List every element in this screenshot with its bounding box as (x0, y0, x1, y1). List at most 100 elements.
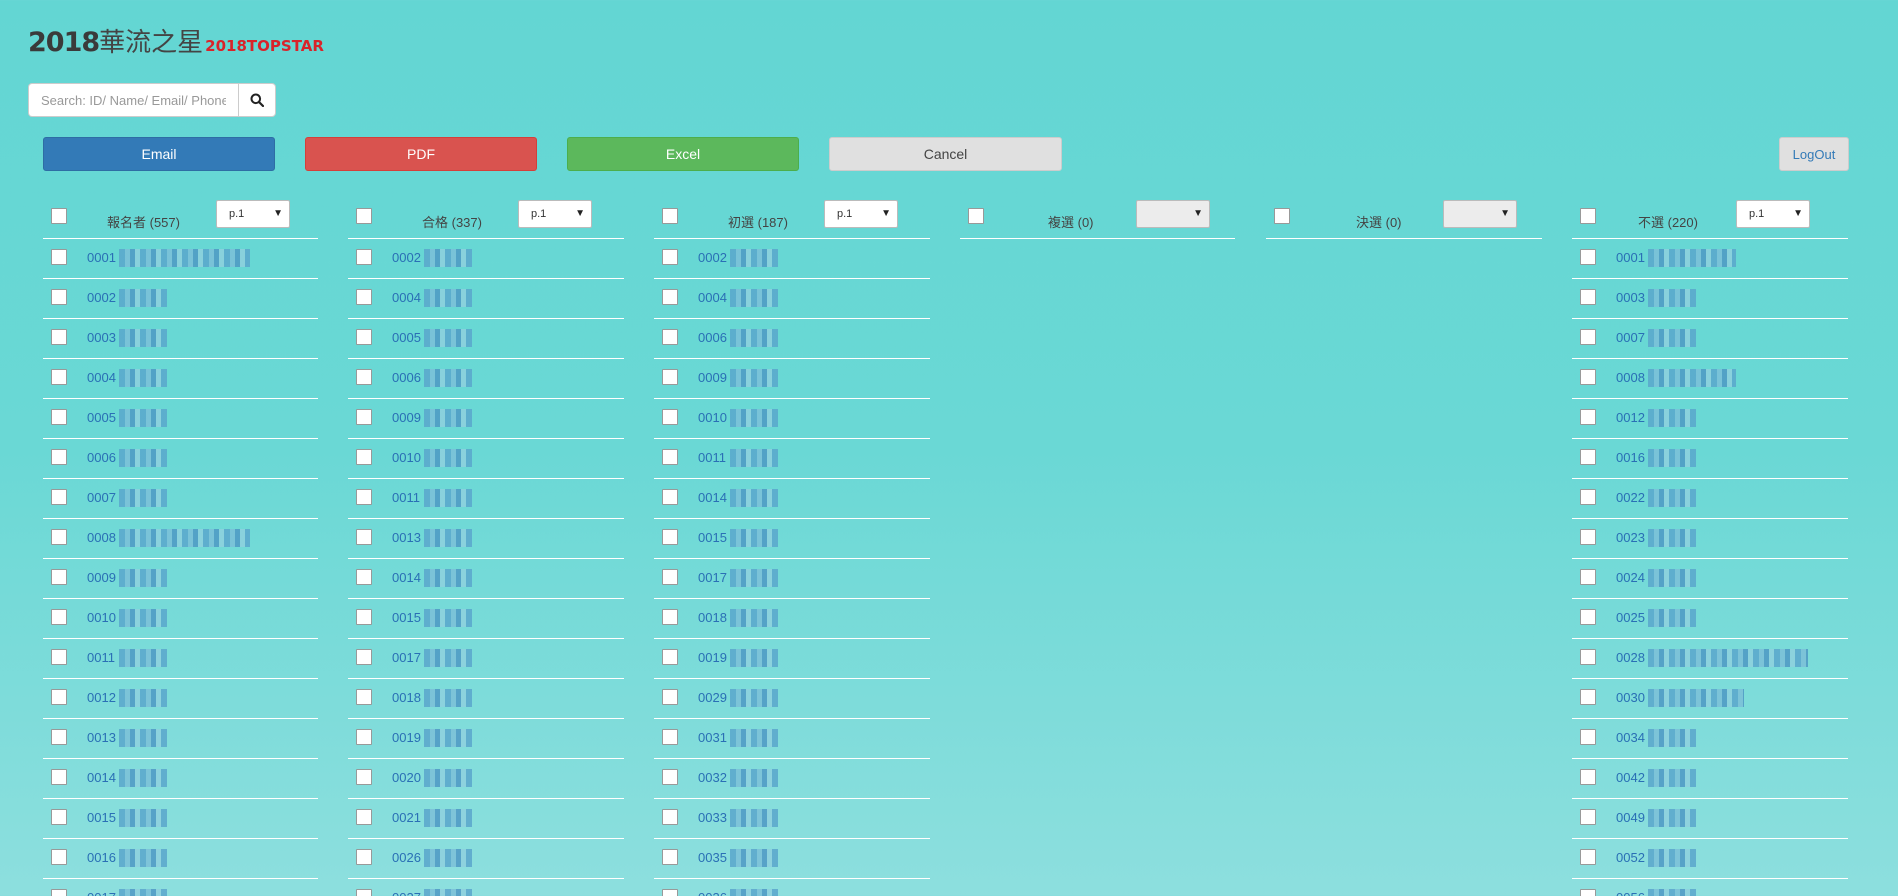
row-checkbox[interactable] (356, 889, 372, 896)
row-checkbox[interactable] (1580, 249, 1596, 265)
row-checkbox[interactable] (51, 409, 67, 425)
applicant-link[interactable]: 0035 (698, 850, 727, 865)
row-checkbox[interactable] (662, 729, 678, 745)
row-checkbox[interactable] (356, 449, 372, 465)
applicant-link[interactable]: 0003 (1616, 290, 1645, 305)
applicant-link[interactable]: 0029 (698, 690, 727, 705)
applicant-link[interactable]: 0011 (698, 450, 726, 465)
row-checkbox[interactable] (662, 849, 678, 865)
applicant-link[interactable]: 0010 (87, 610, 116, 625)
row-checkbox[interactable] (356, 289, 372, 305)
row-checkbox[interactable] (1580, 769, 1596, 785)
logout-button[interactable]: LogOut (1779, 137, 1849, 171)
page-select[interactable]: p.1 ▼ (216, 200, 290, 228)
applicant-link[interactable]: 0016 (87, 850, 116, 865)
applicant-link[interactable]: 0013 (392, 530, 421, 545)
row-checkbox[interactable] (662, 689, 678, 705)
select-all-checkbox[interactable] (1580, 208, 1596, 224)
applicant-link[interactable]: 0017 (392, 650, 421, 665)
applicant-link[interactable]: 0042 (1616, 770, 1645, 785)
row-checkbox[interactable] (1580, 689, 1596, 705)
row-checkbox[interactable] (51, 249, 67, 265)
applicant-link[interactable]: 0025 (1616, 610, 1645, 625)
applicant-link[interactable]: 0049 (1616, 810, 1645, 825)
row-checkbox[interactable] (662, 449, 678, 465)
applicant-link[interactable]: 0002 (698, 250, 727, 265)
applicant-link[interactable]: 0036 (698, 890, 727, 896)
row-checkbox[interactable] (662, 249, 678, 265)
search-button[interactable] (238, 83, 276, 117)
applicant-link[interactable]: 0002 (87, 290, 116, 305)
applicant-link[interactable]: 0006 (698, 330, 727, 345)
row-checkbox[interactable] (356, 529, 372, 545)
page-select[interactable]: p.1 ▼ (518, 200, 592, 228)
row-checkbox[interactable] (51, 569, 67, 585)
search-input[interactable] (28, 83, 238, 117)
row-checkbox[interactable] (51, 649, 67, 665)
applicant-link[interactable]: 0009 (392, 410, 421, 425)
applicant-link[interactable]: 0015 (392, 610, 421, 625)
pdf-button[interactable]: PDF (305, 137, 537, 171)
applicant-link[interactable]: 0027 (392, 890, 421, 896)
applicant-link[interactable]: 0008 (1616, 370, 1645, 385)
applicant-link[interactable]: 0056 (1616, 890, 1645, 896)
applicant-link[interactable]: 0016 (1616, 450, 1645, 465)
row-checkbox[interactable] (51, 369, 67, 385)
row-checkbox[interactable] (662, 809, 678, 825)
row-checkbox[interactable] (1580, 889, 1596, 896)
row-checkbox[interactable] (356, 649, 372, 665)
row-checkbox[interactable] (1580, 449, 1596, 465)
applicant-link[interactable]: 0005 (392, 330, 421, 345)
applicant-link[interactable]: 0023 (1616, 530, 1645, 545)
row-checkbox[interactable] (1580, 609, 1596, 625)
applicant-link[interactable]: 0004 (87, 370, 116, 385)
row-checkbox[interactable] (356, 489, 372, 505)
applicant-link[interactable]: 0014 (392, 570, 421, 585)
applicant-link[interactable]: 0022 (1616, 490, 1645, 505)
row-checkbox[interactable] (662, 889, 678, 896)
applicant-link[interactable]: 0031 (698, 730, 727, 745)
applicant-link[interactable]: 0018 (698, 610, 727, 625)
applicant-link[interactable]: 0003 (87, 330, 116, 345)
row-checkbox[interactable] (356, 689, 372, 705)
applicant-link[interactable]: 0014 (87, 770, 116, 785)
row-checkbox[interactable] (662, 409, 678, 425)
row-checkbox[interactable] (51, 889, 67, 896)
row-checkbox[interactable] (662, 289, 678, 305)
applicant-link[interactable]: 0017 (87, 890, 116, 896)
applicant-link[interactable]: 0001 (87, 250, 116, 265)
row-checkbox[interactable] (51, 849, 67, 865)
select-all-checkbox[interactable] (968, 208, 984, 224)
applicant-link[interactable]: 0010 (698, 410, 727, 425)
row-checkbox[interactable] (662, 609, 678, 625)
applicant-link[interactable]: 0002 (392, 250, 421, 265)
applicant-link[interactable]: 0009 (698, 370, 727, 385)
applicant-link[interactable]: 0024 (1616, 570, 1645, 585)
row-checkbox[interactable] (51, 449, 67, 465)
applicant-link[interactable]: 0015 (87, 810, 116, 825)
row-checkbox[interactable] (356, 809, 372, 825)
applicant-link[interactable]: 0017 (698, 570, 727, 585)
applicant-link[interactable]: 0021 (392, 810, 421, 825)
row-checkbox[interactable] (662, 329, 678, 345)
applicant-link[interactable]: 0004 (392, 290, 421, 305)
row-checkbox[interactable] (356, 729, 372, 745)
applicant-link[interactable]: 0011 (392, 490, 420, 505)
applicant-link[interactable]: 0014 (698, 490, 727, 505)
applicant-link[interactable]: 0019 (698, 650, 727, 665)
row-checkbox[interactable] (662, 769, 678, 785)
applicant-link[interactable]: 0011 (87, 650, 115, 665)
select-all-checkbox[interactable] (51, 208, 67, 224)
row-checkbox[interactable] (51, 769, 67, 785)
applicant-link[interactable]: 0006 (392, 370, 421, 385)
row-checkbox[interactable] (1580, 649, 1596, 665)
cancel-button[interactable]: Cancel (829, 137, 1062, 171)
applicant-link[interactable]: 0052 (1616, 850, 1645, 865)
excel-button[interactable]: Excel (567, 137, 799, 171)
row-checkbox[interactable] (1580, 409, 1596, 425)
applicant-link[interactable]: 0028 (1616, 650, 1645, 665)
page-select[interactable]: p.1 ▼ (1736, 200, 1810, 228)
row-checkbox[interactable] (51, 729, 67, 745)
page-select[interactable]: p.1 ▼ (824, 200, 898, 228)
row-checkbox[interactable] (1580, 729, 1596, 745)
